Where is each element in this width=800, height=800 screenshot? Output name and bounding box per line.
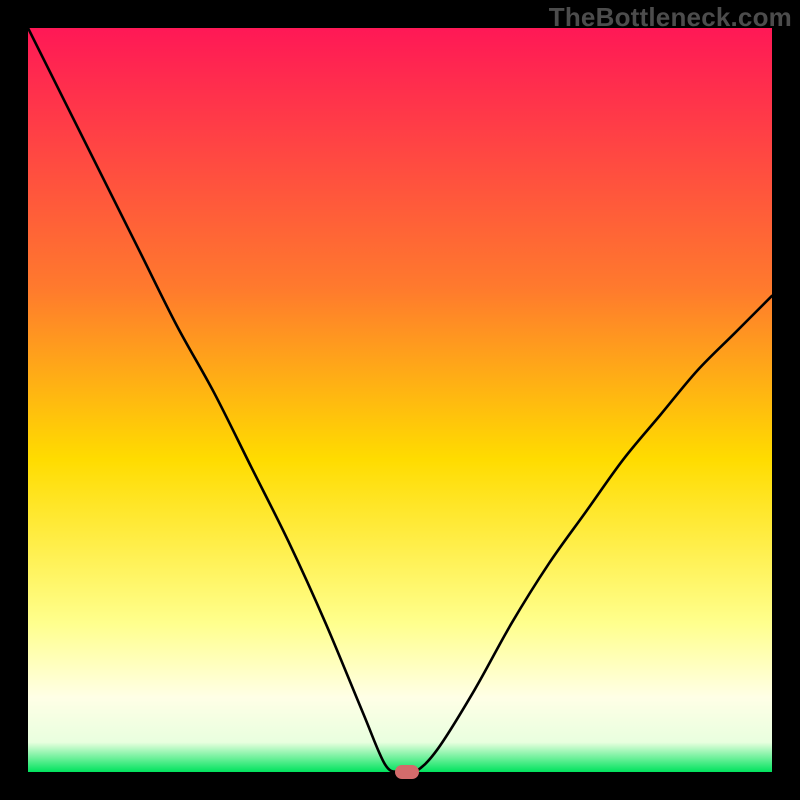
chart-container: TheBottleneck.com — [0, 0, 800, 800]
plot-svg — [28, 28, 772, 772]
plot-area — [28, 28, 772, 772]
min-marker — [395, 765, 419, 779]
watermark-text: TheBottleneck.com — [549, 2, 792, 33]
background-gradient — [28, 28, 772, 772]
